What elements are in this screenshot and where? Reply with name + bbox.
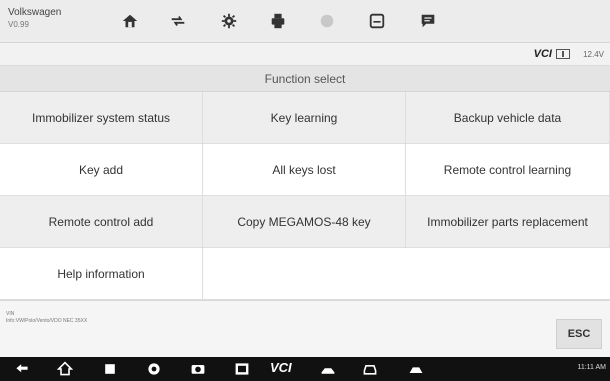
function-key-learning[interactable]: Key learning bbox=[203, 92, 406, 144]
service-button[interactable] bbox=[318, 360, 338, 378]
help-icon bbox=[320, 14, 334, 28]
save-icon bbox=[369, 13, 385, 29]
function-grid: Immobilizer system status Key learning B… bbox=[0, 92, 610, 300]
vehicle-icon bbox=[363, 365, 377, 375]
display-icon bbox=[235, 363, 249, 375]
function-remote-control-learning[interactable]: Remote control learning bbox=[406, 144, 610, 196]
esc-button[interactable]: ESC bbox=[556, 319, 602, 349]
display-button[interactable] bbox=[232, 360, 252, 378]
service-icon bbox=[321, 368, 335, 374]
recent-apps-icon bbox=[105, 364, 115, 374]
status-clock: 11:11 AM bbox=[577, 364, 606, 371]
settings-gear-icon bbox=[221, 13, 237, 29]
home-button[interactable] bbox=[108, 5, 152, 37]
settings-button[interactable] bbox=[207, 5, 251, 37]
browser-icon bbox=[148, 363, 160, 375]
home-nav-icon bbox=[57, 361, 73, 376]
top-toolbar: Volkswagen V0.99 bbox=[0, 0, 610, 43]
vci-connection-icon bbox=[556, 49, 570, 59]
recent-apps-button[interactable] bbox=[100, 360, 120, 378]
function-immobilizer-status[interactable]: Immobilizer system status bbox=[0, 92, 203, 144]
vin-label: VIN bbox=[6, 311, 15, 317]
vehicle-swap-button[interactable] bbox=[156, 5, 200, 37]
function-help-information[interactable]: Help information bbox=[0, 248, 203, 300]
function-remote-control-add[interactable]: Remote control add bbox=[0, 196, 203, 248]
battery-voltage: 12.4V bbox=[583, 50, 604, 59]
back-button[interactable] bbox=[12, 360, 32, 378]
vci-status-strip: VCI 12.4V bbox=[0, 43, 610, 66]
help-button[interactable] bbox=[305, 5, 349, 37]
vehicle-button[interactable] bbox=[360, 360, 380, 378]
vci-shortcut[interactable]: VCI bbox=[270, 360, 292, 375]
function-immobilizer-parts-replacement[interactable]: Immobilizer parts replacement bbox=[406, 196, 610, 248]
function-backup-vehicle-data[interactable]: Backup vehicle data bbox=[406, 92, 610, 144]
printer-icon bbox=[271, 13, 285, 29]
function-select-title: Function select bbox=[0, 66, 610, 92]
remote-icon bbox=[409, 367, 423, 373]
save-button[interactable] bbox=[355, 5, 399, 37]
home-nav-button[interactable] bbox=[55, 360, 75, 378]
print-button[interactable] bbox=[256, 5, 300, 37]
function-copy-megamos-key[interactable]: Copy MEGAMOS-48 key bbox=[203, 196, 406, 248]
back-arrow-icon bbox=[16, 364, 28, 373]
camera-icon bbox=[191, 365, 205, 374]
app-title: Volkswagen bbox=[8, 7, 62, 18]
system-nav-bar: VCI 11:11 AM bbox=[0, 357, 610, 381]
app-version: V0.99 bbox=[8, 20, 29, 29]
info-bar: VIN Info:VW/Polo/Vento/VDO NEC 35XX ESC bbox=[0, 300, 610, 357]
empty-cell bbox=[203, 248, 610, 300]
vehicle-swap-icon bbox=[171, 16, 185, 26]
message-button[interactable] bbox=[406, 5, 450, 37]
camera-button[interactable] bbox=[188, 360, 208, 378]
vci-label: VCI bbox=[533, 48, 552, 60]
remote-button[interactable] bbox=[406, 360, 426, 378]
message-icon bbox=[421, 14, 435, 28]
function-all-keys-lost[interactable]: All keys lost bbox=[203, 144, 406, 196]
function-key-add[interactable]: Key add bbox=[0, 144, 203, 196]
browser-button[interactable] bbox=[144, 360, 164, 378]
home-icon bbox=[122, 14, 138, 28]
vehicle-path: Info:VW/Polo/Vento/VDO NEC 35XX bbox=[6, 318, 88, 324]
